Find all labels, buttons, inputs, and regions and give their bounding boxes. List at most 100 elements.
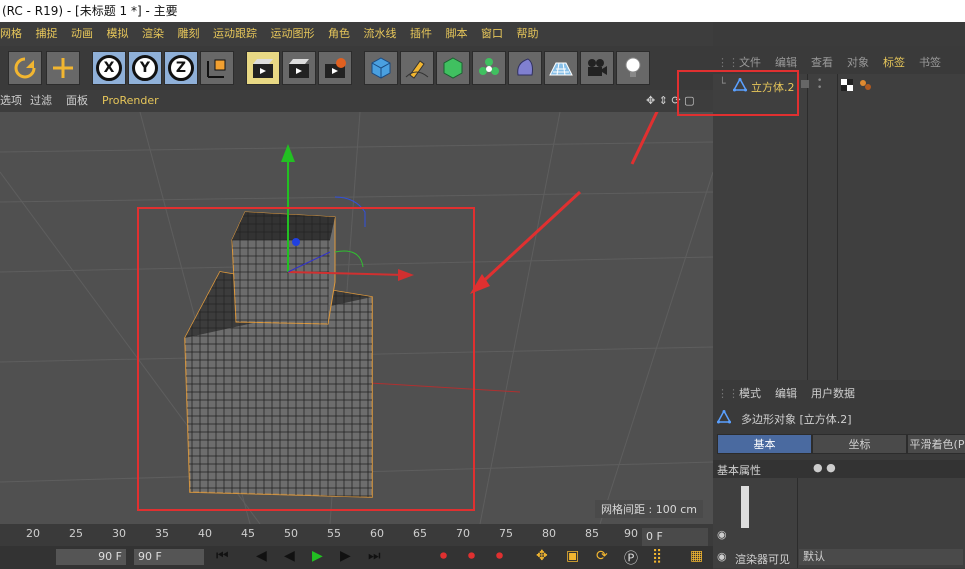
rotate-key-icon[interactable]: ⟳ [596, 548, 608, 564]
next-frame-icon[interactable]: ▶ [340, 548, 351, 564]
tick-label: 70 [456, 527, 470, 540]
auto-key-icon[interactable]: ⏺ [468, 548, 475, 564]
keyframe-selection-icon[interactable]: ⏺ [496, 548, 503, 564]
goto-end-icon[interactable]: ⏭ [368, 548, 381, 564]
render-visible-label: 渲染器可见 [735, 553, 790, 566]
menu-mograph[interactable]: 运动图形 [271, 22, 315, 46]
am-subtab-coord[interactable]: 坐标 [812, 434, 907, 454]
menu-pipeline[interactable]: 流水线 [364, 22, 397, 46]
radio-icon[interactable]: ◉ [717, 550, 727, 563]
viewport-menu: 选项 过滤 面板 ProRender ✥ ⇕ ⟳ ▢ [0, 90, 713, 112]
om-tab-object[interactable]: 对象 [847, 52, 869, 74]
attribute-subtabs: 基本 坐标 平滑着色(P [717, 434, 965, 454]
am-tab-edit[interactable]: 编辑 [775, 384, 797, 404]
render-visible-select[interactable]: 默认 [799, 549, 963, 565]
tick-label: 25 [69, 527, 83, 540]
subdivision-surface-icon[interactable] [436, 51, 470, 85]
am-tab-mode[interactable]: 模式 [739, 384, 761, 404]
goto-start-icon[interactable]: ⏮ [216, 548, 229, 564]
viewport-tab-filter[interactable]: 过滤 [30, 90, 52, 112]
cloner-icon[interactable] [472, 51, 506, 85]
radio-icon[interactable]: ◉ [717, 528, 727, 541]
tick-label: 80 [542, 527, 556, 540]
layer-icon[interactable] [801, 80, 809, 88]
attribute-object-title: 多边形对象 [立方体.2] [741, 413, 852, 426]
end-frame-field[interactable]: 90 F [134, 549, 204, 565]
rotate-tool-icon[interactable] [8, 51, 42, 85]
z-axis-lock-icon[interactable]: Z [164, 51, 198, 85]
main-toolbar: X Y Z [0, 46, 713, 90]
obscured-label [741, 486, 749, 528]
am-subtab-basic[interactable]: 基本 [717, 434, 812, 454]
om-tab-bookmarks[interactable]: 书签 [919, 52, 941, 74]
tick-label: 85 [585, 527, 599, 540]
om-tab-tags[interactable]: 标签 [883, 52, 905, 74]
menu-bar: 网格 捕捉 动画 模拟 渲染 雕刻 运动跟踪 运动图形 角色 流水线 插件 脚本… [0, 22, 713, 46]
deformer-icon[interactable] [508, 51, 542, 85]
floor-environment-icon[interactable] [544, 51, 578, 85]
menu-script[interactable]: 脚本 [446, 22, 468, 46]
menu-snap[interactable]: 捕捉 [36, 22, 58, 46]
am-tab-user-data[interactable]: 用户数据 [811, 384, 855, 404]
viewport-tab-prorender[interactable]: ProRender [102, 90, 159, 112]
viewport-3d[interactable]: 网格间距 : 100 cm [0, 112, 713, 524]
object-list: └ 立方体.2 • • [677, 70, 965, 380]
viewport-tab-options[interactable]: 选项 [0, 90, 22, 112]
menu-sculpt[interactable]: 雕刻 [178, 22, 200, 46]
cube-object-icon[interactable] [364, 51, 398, 85]
pen-spline-icon[interactable] [400, 51, 434, 85]
timeline-window-icon[interactable]: ▦ [690, 548, 703, 564]
material-tag-icon[interactable] [841, 79, 853, 94]
menu-help[interactable]: 帮助 [517, 22, 539, 46]
point-level-icon[interactable]: ⣿ [652, 548, 662, 564]
render-settings-icon[interactable] [318, 51, 352, 85]
render-view-icon[interactable] [246, 51, 280, 85]
am-subtab-phong[interactable]: 平滑着色(P [907, 434, 965, 454]
viewport-tab-panel[interactable]: 面板 [66, 90, 88, 112]
transport-bar: 90 F 90 F ⏮ ◀ ◀ ▶ ▶ ⏭ ⏺ ⏺ ⏺ ✥ ▣ ⟳ Ⓟ ⣿ ▦ [0, 546, 713, 569]
menu-render[interactable]: 渲染 [142, 22, 164, 46]
phong-tag-icon[interactable] [859, 79, 873, 94]
tick-label: 90 [624, 527, 638, 540]
om-tab-view[interactable]: 查看 [811, 52, 833, 74]
render-picture-viewer-icon[interactable] [282, 51, 316, 85]
visibility-dots-icon[interactable]: • • [817, 77, 822, 93]
y-axis-lock-icon[interactable]: Y [128, 51, 162, 85]
scale-key-icon[interactable]: ▣ [566, 548, 579, 564]
prev-frame-icon[interactable]: ◀ [284, 548, 295, 564]
section-header: 基本属性 ● ● [713, 460, 965, 478]
x-axis-lock-icon[interactable]: X [92, 51, 126, 85]
tick-label: 75 [499, 527, 513, 540]
move-tool-icon[interactable] [46, 51, 80, 85]
record-icon[interactable]: ⏺ [440, 548, 447, 564]
timeline-ruler[interactable]: 20 25 30 35 40 45 50 55 60 65 70 75 80 8… [0, 524, 640, 546]
tick-label: 45 [241, 527, 255, 540]
grid-spacing-label: 网格间距 : 100 cm [595, 500, 703, 518]
tick-label: 65 [413, 527, 427, 540]
current-frame-field[interactable]: 0 F [642, 528, 708, 546]
tick-label: 60 [370, 527, 384, 540]
menu-character[interactable]: 角色 [328, 22, 350, 46]
menu-window[interactable]: 窗口 [481, 22, 503, 46]
move-key-icon[interactable]: ✥ [536, 548, 548, 564]
param-key-icon[interactable]: Ⓟ [624, 548, 638, 568]
light-icon[interactable] [616, 51, 650, 85]
start-frame-field[interactable]: 90 F [56, 549, 126, 565]
play-icon[interactable]: ▶ [312, 548, 323, 564]
prev-key-icon[interactable]: ◀ [256, 548, 267, 564]
menu-mesh[interactable]: 网格 [0, 22, 22, 46]
coordinate-system-icon[interactable] [200, 51, 234, 85]
object-highlight-box [677, 70, 799, 116]
tick-label: 55 [327, 527, 341, 540]
section-title: 基本属性 [717, 464, 761, 477]
tick-label: 40 [198, 527, 212, 540]
tick-label: 30 [112, 527, 126, 540]
camera-icon[interactable] [580, 51, 614, 85]
menu-simulate[interactable]: 模拟 [107, 22, 129, 46]
menu-plugins[interactable]: 插件 [410, 22, 432, 46]
menu-animate[interactable]: 动画 [71, 22, 93, 46]
grip-icon: ⋮⋮ [717, 387, 739, 400]
menu-motion-tracking[interactable]: 运动跟踪 [213, 22, 257, 46]
section-dots: ● ● [813, 461, 836, 474]
tick-label: 20 [26, 527, 40, 540]
